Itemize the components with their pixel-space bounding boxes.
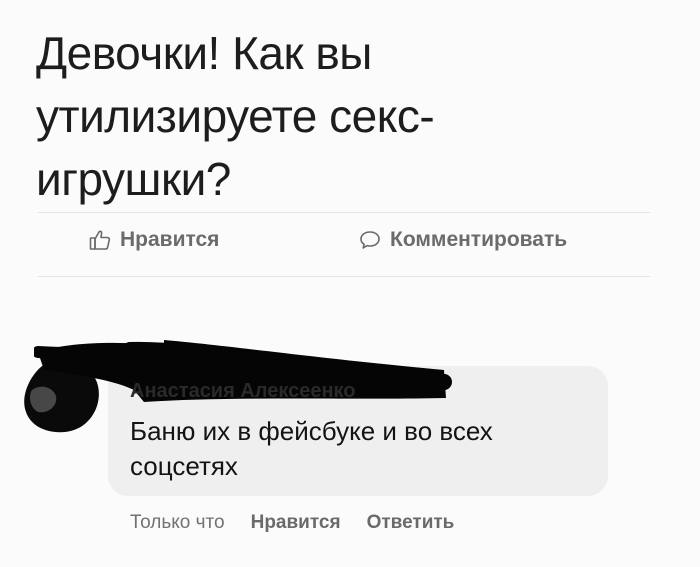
- comment-like-link[interactable]: Нравится: [251, 512, 341, 534]
- post-text: Девочки! Как вы утилизируете секс- игруш…: [36, 22, 596, 211]
- like-button[interactable]: Нравится: [88, 228, 219, 252]
- comment-text: Баню их в фейсбуке и во всех соцсетях: [130, 414, 600, 484]
- divider-bottom: [38, 276, 650, 277]
- comment-label: Комментировать: [390, 228, 568, 251]
- post-line: Девочки! Как вы: [36, 27, 372, 79]
- thumbs-up-icon: [88, 228, 112, 252]
- post-line: игрушки?: [36, 153, 231, 205]
- like-label: Нравится: [120, 228, 220, 251]
- comment-line: Баню их в фейсбуке и во всех: [130, 416, 493, 446]
- comment-button[interactable]: Комментировать: [358, 228, 567, 252]
- screenshot-page: Девочки! Как вы утилизируете секс- игруш…: [0, 0, 700, 567]
- speech-bubble-icon: [358, 228, 382, 252]
- divider-top: [38, 212, 650, 213]
- comment-line: соцсетях: [130, 451, 238, 481]
- comment-timestamp: Только что: [130, 512, 225, 533]
- post-line: утилизируете секс-: [36, 90, 435, 142]
- comment-reply-link[interactable]: Ответить: [367, 512, 455, 534]
- comment-meta: Только что Нравится Ответить: [130, 512, 454, 534]
- post-actions-bar: Нравится Комментировать: [0, 222, 700, 262]
- comment-author[interactable]: Анастасия Алексеенко: [130, 380, 356, 403]
